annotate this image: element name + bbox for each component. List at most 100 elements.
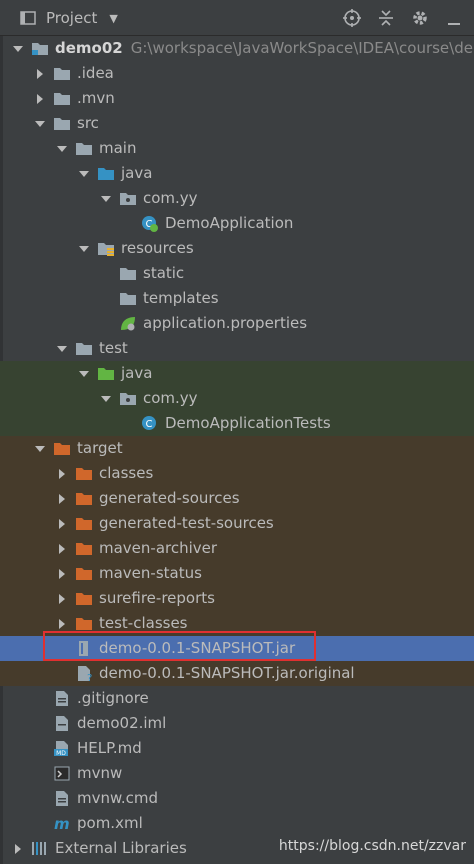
collapse-arrow-icon[interactable] [55,536,69,561]
spring-class-icon: C [141,215,159,232]
tree-node-resources[interactable]: resources [0,236,474,261]
collapse-arrow-icon[interactable] [33,86,47,111]
collapse-arrow-icon[interactable] [33,61,47,86]
collapse-arrow-icon[interactable] [55,486,69,511]
expand-arrow-icon[interactable] [99,186,113,211]
folder-icon [75,340,93,357]
node-name: classes [99,464,154,482]
excluded-folder-icon [75,490,93,507]
tree-node-classes[interactable]: classes [0,461,474,486]
tree-node-surefire-reports[interactable]: surefire-reports [0,586,474,611]
tree-node-application-properties[interactable]: application.properties [0,311,474,336]
tree-node-label: mvnw [77,761,122,786]
module-folder-icon [31,40,49,57]
tree-node-demo-0-0-1-snapshot-jar[interactable]: demo-0.0.1-SNAPSHOT.jar [0,636,474,661]
package-icon [119,190,137,207]
tree-node-src[interactable]: src [0,111,474,136]
tree-node-maven-status[interactable]: maven-status [0,561,474,586]
jar-file-icon [75,640,93,657]
folder-icon [119,265,137,282]
tree-node-com-yy[interactable]: com.yy [0,386,474,411]
collapse-arrow-icon[interactable] [55,586,69,611]
collapse-arrow-icon[interactable] [55,511,69,536]
tree-node-gitignore[interactable]: .gitignore [0,686,474,711]
iml-file-icon [53,715,71,732]
tree-node-idea[interactable]: .idea [0,61,474,86]
expand-arrow-icon[interactable] [77,161,91,186]
expand-arrow-icon[interactable] [55,136,69,161]
tree-node-com-yy[interactable]: com.yy [0,186,474,211]
expand-arrow-icon[interactable] [33,436,47,461]
tree-node-generated-sources[interactable]: generated-sources [0,486,474,511]
tree-node-label: generated-sources [99,486,240,511]
project-tree[interactable]: demo02 G:\workspace\JavaWorkSpace\IDEA\co… [0,36,474,861]
tree-node-label: maven-archiver [99,536,217,561]
tree-node-mvnw-cmd[interactable]: mvnw.cmd [0,786,474,811]
collapse-arrow-icon[interactable] [55,561,69,586]
tree-node-generated-test-sources[interactable]: generated-test-sources [0,511,474,536]
gear-icon[interactable] [410,8,430,28]
tree-node-label: src [77,111,99,136]
tree-node-test-classes[interactable]: test-classes [0,611,474,636]
tree-node-label: demo-0.0.1-SNAPSHOT.jar.original [99,661,355,686]
tree-node-mvn[interactable]: .mvn [0,86,474,111]
node-name: test [99,339,128,357]
svg-text:?: ? [87,673,92,682]
tree-node-label: .idea [77,61,114,86]
svg-text:C: C [146,419,153,430]
tree-node-pom-xml[interactable]: m pom.xml [0,811,474,836]
node-name: demo02.iml [77,714,167,732]
target-icon[interactable] [342,8,362,28]
tree-node-java[interactable]: java [0,361,474,386]
tree-node-test[interactable]: test [0,336,474,361]
tree-node-demo02[interactable]: demo02 G:\workspace\JavaWorkSpace\IDEA\co… [0,36,474,61]
tree-node-target[interactable]: target [0,436,474,461]
collapse-arrow-icon[interactable] [11,836,25,861]
module-path: G:\workspace\JavaWorkSpace\IDEA\course\d… [130,39,474,57]
expand-arrow-icon[interactable] [77,361,91,386]
project-view-icon [18,8,38,28]
node-name: com.yy [143,189,198,207]
tree-node-demoapplicationtests[interactable]: C DemoApplicationTests [0,411,474,436]
folder-icon [75,140,93,157]
tree-node-java[interactable]: java [0,161,474,186]
project-view-selector[interactable]: Project ▼ [18,8,118,28]
tree-node-demo-0-0-1-snapshot-jar-original[interactable]: ? demo-0.0.1-SNAPSHOT.jar.original [0,661,474,686]
tree-node-label: HELP.md [77,736,142,761]
tree-node-main[interactable]: main [0,136,474,161]
tree-node-label: resources [121,236,194,261]
tree-node-label: External Libraries [55,836,187,861]
test-folder-icon [97,365,115,382]
collapse-all-icon[interactable] [376,8,396,28]
expand-arrow-icon[interactable] [77,236,91,261]
collapse-arrow-icon[interactable] [55,461,69,486]
node-name: generated-test-sources [99,514,274,532]
excluded-folder-icon [75,540,93,557]
tree-node-label: test [99,336,128,361]
expand-arrow-icon[interactable] [55,336,69,361]
tree-node-label: java [121,361,152,386]
collapse-arrow-icon[interactable] [55,611,69,636]
expand-arrow-icon[interactable] [33,111,47,136]
excluded-folder-icon [75,590,93,607]
tree-node-demoapplication[interactable]: C DemoApplication [0,211,474,236]
tree-node-label: DemoApplication [165,211,293,236]
tree-node-demo02-iml[interactable]: demo02.iml [0,711,474,736]
expand-arrow-icon[interactable] [99,386,113,411]
node-name: .idea [77,64,114,82]
tree-node-static[interactable]: static [0,261,474,286]
tree-node-label: target [77,436,123,461]
tree-node-label: main [99,136,136,161]
tool-window-title: Project [46,9,98,27]
text-file-icon [53,690,71,707]
svg-text:MD: MD [56,750,66,757]
spring-properties-icon [119,315,137,332]
expand-arrow-icon[interactable] [11,36,25,61]
tree-node-label: com.yy [143,186,198,211]
hide-icon[interactable] [444,8,464,28]
tree-node-templates[interactable]: templates [0,286,474,311]
tree-node-label: mvnw.cmd [77,786,158,811]
tree-node-help-md[interactable]: MD HELP.md [0,736,474,761]
tree-node-maven-archiver[interactable]: maven-archiver [0,536,474,561]
tree-node-mvnw[interactable]: mvnw [0,761,474,786]
